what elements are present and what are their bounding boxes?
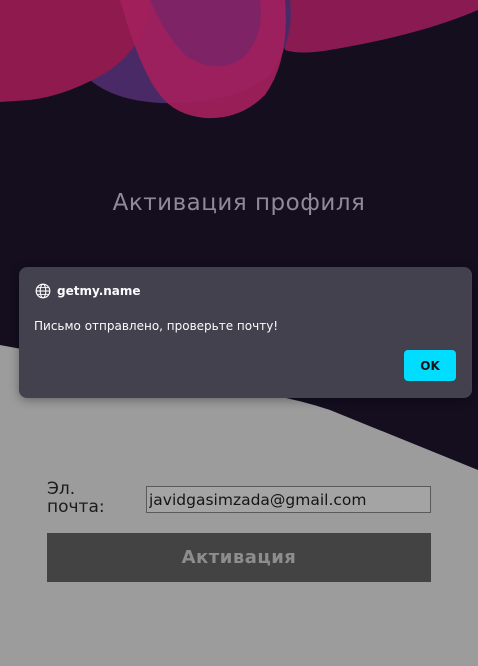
activation-screen: Активация профиля Эл. почта: Активация g… — [0, 0, 478, 666]
dialog-header: getmy.name — [35, 283, 141, 299]
globe-icon — [35, 283, 51, 299]
dialog-message: Письмо отправлено, проверьте почту! — [34, 319, 279, 333]
email-label: Эл. почта: — [47, 479, 105, 517]
dialog-origin: getmy.name — [57, 284, 141, 298]
alert-dialog: getmy.name Письмо отправлено, проверьте … — [19, 267, 472, 398]
page-title: Активация профиля — [112, 190, 366, 216]
email-field[interactable] — [146, 486, 431, 513]
ok-button[interactable]: OK — [404, 350, 456, 381]
activate-button[interactable]: Активация — [47, 533, 431, 582]
